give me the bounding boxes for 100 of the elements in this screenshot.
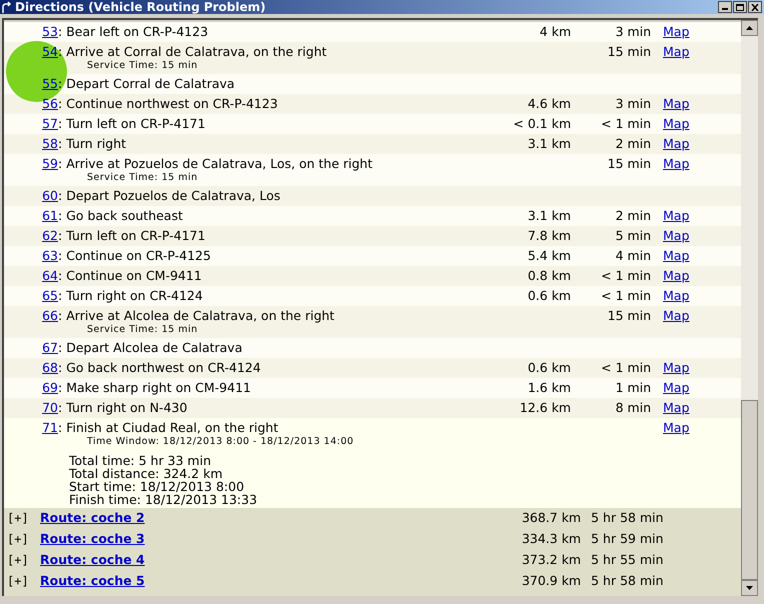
distance-cell: 0.8 km xyxy=(528,268,571,283)
expand-toggle[interactable]: [+] xyxy=(7,553,29,568)
step-number-link[interactable]: 70 xyxy=(42,399,58,417)
map-link[interactable]: Map xyxy=(663,24,690,39)
distance-cell: 7.8 km xyxy=(528,228,571,243)
time-cell: 8 min xyxy=(616,400,651,415)
route-distance: 370.9 km xyxy=(522,573,581,588)
step-number-link[interactable]: 65 xyxy=(42,287,58,305)
map-link[interactable]: Map xyxy=(663,420,690,435)
step-note: Time Window: 18/12/2013 8:00 - 18/12/2013 14:00 xyxy=(87,437,355,447)
colon: : xyxy=(58,75,62,93)
step-number-link[interactable]: 63 xyxy=(42,247,58,265)
step-number-link[interactable]: 62 xyxy=(42,227,58,245)
step-text: Arrive at Alcolea de Calatrava, on the right xyxy=(66,307,334,324)
map-link[interactable]: Map xyxy=(663,116,690,131)
colon: : xyxy=(58,187,62,205)
map-link[interactable]: Map xyxy=(663,96,690,111)
step-number-link[interactable]: 57 xyxy=(42,115,58,133)
map-link[interactable]: Map xyxy=(663,44,690,59)
time-cell: 5 min xyxy=(616,228,651,243)
step-number-link[interactable]: 67 xyxy=(42,339,58,357)
time-cell: < 1 min xyxy=(601,268,651,283)
map-link[interactable]: Map xyxy=(663,360,690,375)
time-cell: 3 min xyxy=(616,96,651,111)
colon: : xyxy=(58,43,62,61)
map-link[interactable]: Map xyxy=(663,248,690,263)
map-link[interactable]: Map xyxy=(663,208,690,223)
step-number-link[interactable]: 66 xyxy=(42,307,58,325)
colon: : xyxy=(58,339,62,357)
step-text: Turn right xyxy=(66,135,126,153)
step-number-link[interactable]: 53 xyxy=(42,23,58,41)
summary-line: Finish time: 18/12/2013 13:33 xyxy=(69,493,258,506)
map-link[interactable]: Map xyxy=(663,156,690,171)
time-cell: 15 min xyxy=(608,156,651,171)
route-distance: 373.2 km xyxy=(522,552,581,568)
step-note: Service Time: 15 min xyxy=(87,173,199,183)
step-number-link[interactable]: 64 xyxy=(42,267,58,285)
expand-toggle[interactable]: [+] xyxy=(7,532,29,546)
route-time: 5 hr 55 min xyxy=(591,552,664,568)
step-number-link[interactable]: 60 xyxy=(42,187,58,205)
route-link[interactable]: Route: coche 4 xyxy=(40,552,145,568)
route-link[interactable]: Route: coche 5 xyxy=(40,573,145,588)
step-text: Continue northwest on CR-P-4123 xyxy=(66,95,278,113)
map-link[interactable]: Map xyxy=(663,228,690,243)
distance-cell: < 0.1 km xyxy=(513,116,571,131)
step-number-link[interactable]: 69 xyxy=(42,379,58,397)
route-distance: 334.3 km xyxy=(522,531,581,546)
colon: : xyxy=(58,287,62,305)
map-link[interactable]: Map xyxy=(663,288,690,303)
time-cell: 3 min xyxy=(616,24,651,39)
step-number-link[interactable]: 71 xyxy=(42,419,58,437)
step-text: Bear left on CR-P-4123 xyxy=(66,23,208,41)
route-link[interactable]: Route: coche 2 xyxy=(40,510,145,526)
step-text: Go back southeast xyxy=(66,207,183,225)
route-link[interactable]: Route: coche 3 xyxy=(40,531,145,546)
step-text: Go back northwest on CR-4124 xyxy=(66,359,261,377)
step-text: Arrive at Corral de Calatrava, on the right xyxy=(66,43,327,60)
step-number-link[interactable]: 54 xyxy=(42,43,58,61)
step-number-link[interactable]: 56 xyxy=(42,95,58,113)
expand-toggle[interactable]: [+] xyxy=(7,574,29,588)
distance-cell: 0.6 km xyxy=(528,288,571,303)
step-number-link[interactable]: 61 xyxy=(42,207,58,225)
colon: : xyxy=(58,247,62,265)
distance-cell: 4 km xyxy=(540,24,571,39)
colon: : xyxy=(58,307,62,325)
distance-cell: 5.4 km xyxy=(528,248,571,263)
time-cell: 15 min xyxy=(608,44,651,59)
map-link[interactable]: Map xyxy=(663,136,690,151)
step-number-link[interactable]: 68 xyxy=(42,359,58,377)
map-link[interactable]: Map xyxy=(663,380,690,395)
step-text: Turn left on CR-P-4171 xyxy=(66,227,206,245)
route-time: 5 hr 59 min xyxy=(591,531,664,546)
step-text: Depart Alcolea de Calatrava xyxy=(66,339,242,357)
map-link[interactable]: Map xyxy=(663,400,690,415)
step-number-link[interactable]: 55 xyxy=(42,75,58,93)
distance-cell: 4.6 km xyxy=(528,96,571,111)
step-number-link[interactable]: 58 xyxy=(42,135,58,153)
step-text: Turn right on CR-4124 xyxy=(66,287,203,305)
time-cell: 2 min xyxy=(616,136,651,151)
window-title: Directions (Vehicle Routing Problem) xyxy=(15,0,266,14)
distance-cell: 0.6 km xyxy=(528,360,571,375)
time-cell: 15 min xyxy=(608,308,651,323)
step-note: Service Time: 15 min xyxy=(87,61,199,71)
colon: : xyxy=(58,379,62,397)
step-text: Turn left on CR-P-4171 xyxy=(66,115,206,133)
step-text: Finish at Ciudad Real, on the right xyxy=(66,419,278,436)
time-cell: < 1 min xyxy=(601,116,651,131)
colon: : xyxy=(58,115,62,133)
colon: : xyxy=(58,155,62,173)
step-number-link[interactable]: 59 xyxy=(42,155,58,173)
map-link[interactable]: Map xyxy=(663,308,690,323)
step-text: Make sharp right on CM-9411 xyxy=(66,379,251,397)
distance-cell: 12.6 km xyxy=(520,400,571,415)
distance-cell: 3.1 km xyxy=(528,208,571,223)
time-cell: 4 min xyxy=(616,248,651,263)
map-link[interactable]: Map xyxy=(663,268,690,283)
step-text: Arrive at Pozuelos de Calatrava, Los, on the right xyxy=(66,155,372,172)
expand-toggle[interactable]: [+] xyxy=(7,511,29,526)
route-distance: 368.7 km xyxy=(522,510,581,526)
summary-line: Total distance: 324.2 km xyxy=(69,467,222,480)
